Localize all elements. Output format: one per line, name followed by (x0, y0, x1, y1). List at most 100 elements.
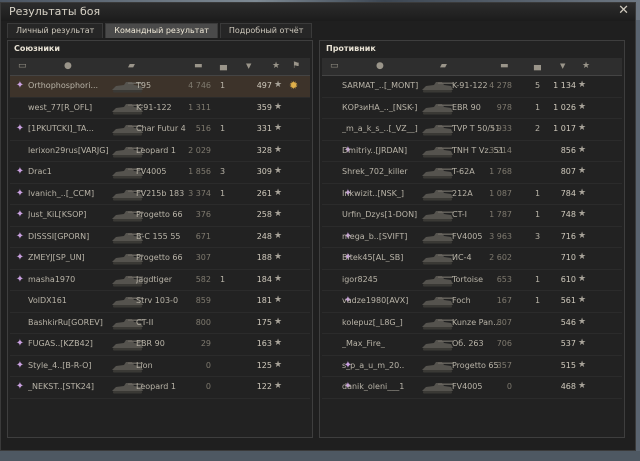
table-row[interactable]: lerixon29rus[VARJG] Leopard 12 029 328 ★ (10, 141, 310, 162)
damage-value: 4 746 (188, 81, 211, 90)
player-name[interactable]: [1PKUTCKI]_TA... (28, 124, 112, 133)
player-name[interactable]: Style_4..[B-R-O] (28, 361, 112, 370)
table-row[interactable]: ✦ Drac1 FV4005 1 856 3 309 ★ (10, 162, 310, 184)
table-row[interactable]: kolepuz[_L8G_] Kunze Pan... 807 546 ★ (322, 313, 622, 334)
player-name[interactable]: kolepuz[_L8G_] (342, 318, 424, 327)
table-row[interactable]: ✦ DISSSI[GPORN] B-C 155 55 671 248 ★ (10, 227, 310, 248)
player-name[interactable]: mega_b..[SVIFT] (342, 232, 424, 241)
tab-personal-result[interactable]: Личный результат (7, 23, 104, 38)
table-row[interactable]: _m_a_k_s_..[_VZ__] TVP T 50/51 3 933 2 1 017… (322, 119, 622, 141)
table-row[interactable]: VolDX161 Strv 103-0 859 181 ★ (10, 291, 310, 313)
player-name[interactable]: Drac1 (28, 167, 112, 176)
player-name[interactable]: ZMEYJ[SP_UN] (28, 253, 112, 262)
vehicle-icon[interactable]: ▰ (128, 61, 135, 71)
xp-star-icon: ★ (274, 101, 283, 112)
table-row[interactable]: igor8245 Tortoise 653 1 610 ★ (322, 270, 622, 291)
damage-value: 1 768 (489, 167, 512, 176)
tank-icon (420, 207, 454, 223)
table-row[interactable]: SARMAT_..[_MONT] K-91-122 4 278 5 1 134 ★ (322, 76, 622, 98)
player-name[interactable]: danik_oleni___1 (342, 382, 424, 391)
player-name[interactable]: Urfin_Dzys[1-DON] (342, 210, 424, 219)
player-icon[interactable]: ● (376, 61, 384, 71)
table-row[interactable]: КОРзиНА_.._[NSK-] EBR 90 978 1 1 026 ★ (322, 98, 622, 119)
table-row[interactable]: ✦ Orthophosphori... T95 4 746 1 497 ★ ✹ (10, 76, 310, 98)
player-name[interactable]: s_p_a_u_m_20.. (342, 361, 424, 370)
allies-panel: Союзники ▭ ● ▰ ▬ ▄ ▼ ★ ⚑ ✦ Orthophosphori… (7, 40, 313, 438)
table-row[interactable]: ✦ Ivanich_..[_CCM] FV215b 183 3 374 1 261 ★ (10, 184, 310, 205)
table-row[interactable]: ✦ vadze1980[AVX] Foch 167 1 561 ★ (322, 291, 622, 313)
xp-star-icon: ★ (274, 80, 283, 90)
player-name[interactable]: BashkirRu[GOREV] (28, 318, 112, 327)
table-row[interactable]: ✦ _NEKST..[STK24] Leopard 1 0 122 ★ (10, 377, 310, 399)
table-row[interactable]: ✦ mega_b..[SVIFT] FV4005 3 963 3 716 ★ (322, 227, 622, 248)
damage-icon[interactable]: ▬ (500, 61, 509, 71)
close-icon[interactable]: ✕ (618, 3, 629, 18)
table-row[interactable]: _Max_Fire_ Об. 263 706 537 ★ (322, 334, 622, 356)
table-row[interactable]: ✦ ZMEYJ[SP_UN] Progetto 66 307 188 ★ (10, 248, 310, 270)
table-row[interactable]: west_77[R_OFL] K-91-122 1 311 359 ★ (10, 98, 310, 119)
platoon-icon[interactable]: ▭ (18, 61, 27, 71)
xp-star-icon[interactable]: ★ (272, 61, 280, 71)
kills-value: 1 (220, 81, 226, 90)
player-name[interactable]: _m_a_k_s_..[_VZ__] (342, 124, 424, 133)
sort-arrow-icon[interactable]: ▼ (560, 61, 565, 71)
damage-icon[interactable]: ▬ (194, 61, 203, 71)
xp-value: 328 (256, 145, 272, 155)
medal-icon[interactable]: ⚑ (292, 61, 300, 71)
player-name[interactable]: Inkwizit..[NSK_] (342, 189, 424, 198)
table-row[interactable]: ✦ Bitek45[AL_SB] ИС-4 2 602 710 ★ (322, 248, 622, 270)
table-row[interactable]: ✦ danik_oleni___1 FV4005 0 468 ★ (322, 377, 622, 399)
player-name[interactable]: FUGAS..[KZB42] (28, 339, 112, 348)
xp-star-icon: ★ (274, 187, 283, 198)
table-row[interactable]: ✦ FUGAS..[KZB42] EBR 90 29 163 ★ (10, 334, 310, 356)
player-name[interactable]: west_77[R_OFL] (28, 103, 112, 112)
xp-value: 359 (256, 102, 272, 112)
table-row[interactable]: Urfin_Dzys[1-DON] CT-I 1 787 1 748 ★ (322, 205, 622, 227)
player-name[interactable]: Shrek_702_killer (342, 167, 424, 176)
player-icon[interactable]: ● (64, 61, 72, 71)
clan-emblem-icon: ✦ (15, 381, 25, 392)
player-name[interactable]: _NEKST..[STK24] (28, 382, 112, 391)
xp-value: 1 134 (553, 81, 576, 90)
kills-value: 1 (535, 210, 541, 219)
player-name[interactable]: Dmitriy..[JRDAN] (342, 146, 424, 155)
xp-star-icon: ★ (274, 273, 283, 284)
table-row[interactable]: Shrek_702_killer T-62A 1 768 807 ★ (322, 162, 622, 184)
medal-icon[interactable]: ✹ (289, 79, 298, 92)
table-row[interactable]: ✦ masha1970 Jagdtiger 582 1 184 ★ (10, 270, 310, 291)
player-name[interactable]: Orthophosphori... (28, 81, 112, 90)
sort-arrow-icon[interactable]: ▼ (246, 61, 251, 71)
player-name[interactable]: lerixon29rus[VARJG] (28, 146, 112, 155)
allies-title: Союзники (14, 44, 60, 53)
player-name[interactable]: vadze1980[AVX] (342, 296, 424, 305)
player-name[interactable]: igor8245 (342, 275, 424, 284)
table-row[interactable]: ✦ s_p_a_u_m_20.. Progetto 65 357 515 ★ (322, 356, 622, 377)
kills-icon[interactable]: ▄ (534, 61, 541, 71)
damage-value: 376 (195, 210, 211, 219)
table-row[interactable]: ✦ Dmitriy..[JRDAN] TNH T Vz. 51 3 214 856 ★ (322, 141, 622, 162)
table-row[interactable]: ✦ [1PKUTCKI]_TA... Char Futur 4 516 1 331 ★ (10, 119, 310, 141)
player-name[interactable]: Bitek45[AL_SB] (342, 253, 424, 262)
tank-icon (420, 186, 454, 202)
table-row[interactable]: BashkirRu[GOREV] CT-II 800 175 ★ (10, 313, 310, 334)
player-name[interactable]: VolDX161 (28, 296, 112, 305)
tab-detailed-report[interactable]: Подробный отчёт (219, 23, 313, 38)
player-name[interactable]: DISSSI[GPORN] (28, 232, 112, 241)
table-row[interactable]: ✦ Just_KiL[KSOP] Progetto 66 376 258 ★ (10, 205, 310, 227)
damage-value: 1 787 (489, 210, 512, 219)
table-row[interactable]: ✦ Style_4..[B-R-O] Lion 0 125 ★ (10, 356, 310, 377)
enemies-header: ▭ ● ▰ ▬ ▄ ▼ ★ (322, 58, 622, 76)
table-row[interactable]: ✦ Inkwizit..[NSK_] 212A 1 087 1 784 ★ (322, 184, 622, 205)
player-name[interactable]: Ivanich_..[_CCM] (28, 189, 112, 198)
kills-value: 1 (220, 188, 226, 198)
player-name[interactable]: _Max_Fire_ (342, 339, 424, 348)
player-name[interactable]: masha1970 (28, 275, 112, 284)
tab-team-result[interactable]: Командный результат (105, 23, 218, 38)
player-name[interactable]: Just_KiL[KSOP] (28, 210, 112, 219)
vehicle-icon[interactable]: ▰ (440, 61, 447, 71)
player-name[interactable]: SARMAT_..[_MONT] (342, 81, 424, 90)
kills-icon[interactable]: ▄ (220, 61, 227, 71)
platoon-icon[interactable]: ▭ (330, 61, 339, 71)
player-name[interactable]: КОРзиНА_.._[NSK-] (342, 103, 424, 112)
xp-star-icon[interactable]: ★ (582, 61, 590, 71)
